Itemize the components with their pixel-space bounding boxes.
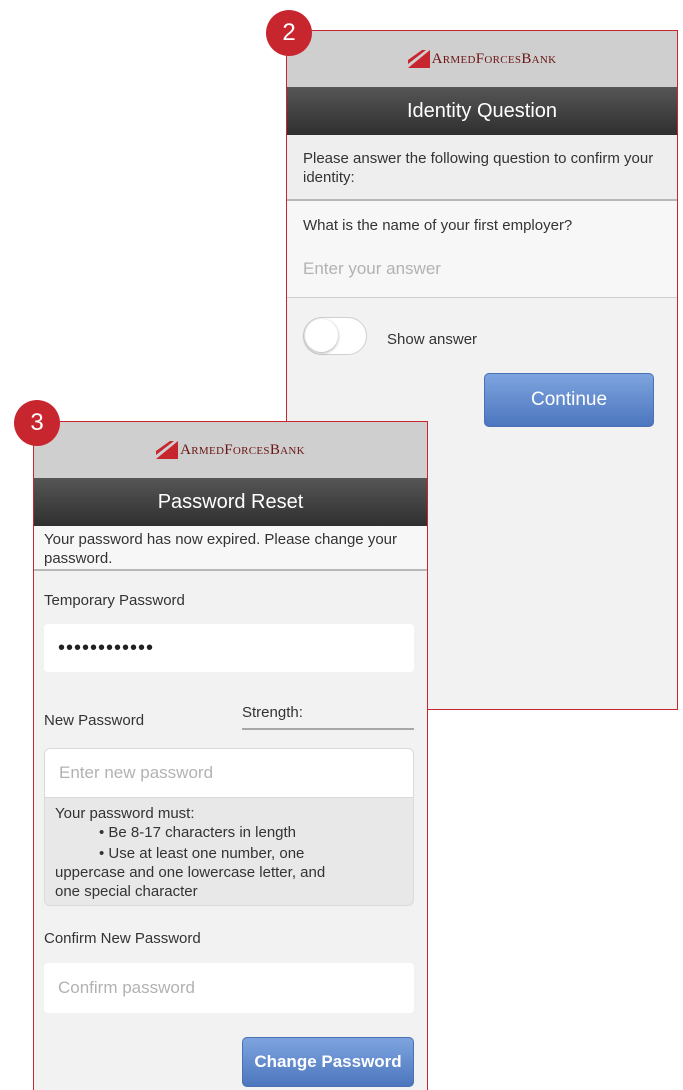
question-section: What is the name of your first employer?… — [287, 201, 677, 297]
confirm-password-placeholder: Confirm password — [58, 978, 195, 997]
rules-heading: Your password must: — [55, 805, 195, 822]
strength-meter — [242, 728, 414, 730]
new-password-placeholder: Enter new password — [59, 763, 214, 782]
temp-password-value: •••••••••••• — [58, 636, 155, 659]
step-number: 2 — [282, 19, 296, 46]
password-rules: Your password must: • Be 8-17 characters… — [44, 798, 414, 906]
rule-item: • Use at least one number, one — [99, 845, 305, 862]
instruction-text: Please answer the following question to … — [287, 135, 677, 199]
confirm-password-label: Confirm New Password — [44, 930, 201, 947]
expired-notice: Your password has now expired. Please ch… — [34, 526, 427, 569]
rule-item: • Be 8-17 characters in length — [99, 824, 297, 841]
temp-password-input[interactable]: •••••••••••• — [44, 624, 414, 672]
new-password-input[interactable]: Enter new password — [44, 748, 414, 798]
rule-item: one special character — [55, 883, 198, 900]
rule-item: uppercase and one lowercase letter, and — [55, 864, 326, 881]
show-answer-toggle[interactable] — [303, 317, 367, 355]
logo-text: ArmedForcesBank — [431, 50, 557, 67]
answer-placeholder: Enter your answer — [303, 259, 441, 278]
bank-logo-mark-icon — [156, 441, 179, 459]
divider — [34, 569, 427, 571]
continue-label: Continue — [530, 389, 608, 410]
temp-password-label: Temporary Password — [44, 592, 185, 609]
answer-input[interactable]: Enter your answer — [303, 251, 643, 287]
logo-text: ArmedForcesBank — [180, 441, 305, 458]
page-title: Identity Question — [287, 87, 677, 135]
bank-logo: ArmedForcesBank — [156, 441, 305, 459]
bank-logo: ArmedForcesBank — [407, 50, 557, 68]
step-badge-3: 3 — [14, 400, 60, 446]
step-number: 3 — [30, 409, 44, 436]
new-password-label: New Password — [44, 712, 145, 729]
toggle-knob — [305, 319, 338, 352]
logo-bar: ArmedForcesBank — [34, 422, 427, 478]
password-reset-screen: ArmedForcesBank Password Reset Your pass… — [33, 421, 428, 1090]
bank-logo-mark-icon — [407, 50, 430, 68]
divider — [287, 297, 677, 298]
logo-bar: ArmedForcesBank — [287, 31, 677, 87]
continue-button[interactable]: Continue — [484, 373, 654, 427]
show-answer-label: Show answer — [387, 331, 478, 348]
strength-label: Strength: — [242, 704, 303, 721]
step-badge-2: 2 — [266, 10, 312, 56]
change-password-label: Change Password — [254, 1052, 402, 1071]
question-text: What is the name of your first employer? — [303, 217, 573, 234]
page-title: Password Reset — [34, 478, 427, 526]
change-password-button[interactable]: Change Password — [242, 1037, 414, 1087]
confirm-password-input[interactable]: Confirm password — [44, 963, 414, 1013]
